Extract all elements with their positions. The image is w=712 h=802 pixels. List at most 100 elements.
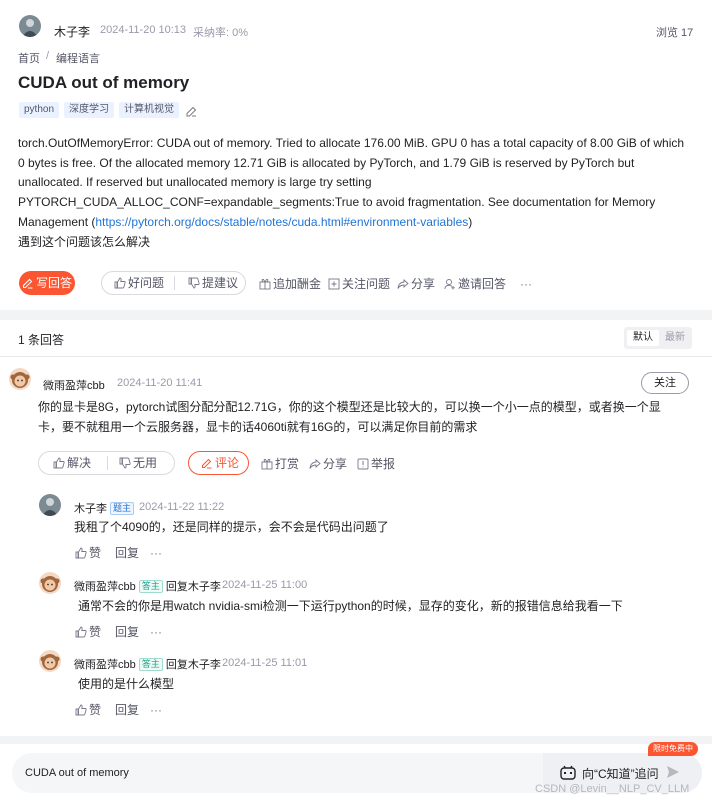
user-plus-icon	[444, 279, 455, 290]
reply-date: 2024-11-25 11:01	[222, 657, 308, 669]
reply-to-user[interactable]: 木子李	[188, 659, 221, 671]
tip-label: 打赏	[275, 457, 300, 471]
comment-button-content: 评论	[201, 452, 239, 474]
share-icon	[397, 279, 409, 289]
good-question-button[interactable]: 好问题	[114, 272, 164, 294]
invite-answer-button[interactable]: 邀请回答	[444, 276, 506, 292]
reply-author: 木子李 题主	[74, 500, 135, 516]
like-button[interactable]: 赞	[75, 702, 101, 718]
more-icon[interactable]: ···	[150, 545, 162, 561]
share-answer-button[interactable]: 分享	[309, 456, 347, 472]
gift-icon	[259, 278, 271, 290]
report-button[interactable]: 举报	[357, 456, 395, 472]
reply-to-prefix: 回复	[165, 659, 188, 671]
reply-author-name[interactable]: 微雨盈萍cbb	[74, 581, 136, 593]
reply-author-name[interactable]: 木子李	[74, 503, 107, 515]
thumbs-down-icon	[119, 457, 131, 469]
answer-body: 你的显卡是8G，pytorch试图分配分配12.71G，你的这个模型还是比较大的…	[38, 397, 678, 437]
like-label: 赞	[89, 703, 102, 717]
pencil-icon	[202, 458, 212, 469]
sort-latest-tab[interactable]: 最新	[659, 330, 691, 346]
divider	[107, 456, 108, 470]
share-question-button[interactable]: 分享	[397, 276, 435, 292]
ask-label: 向“C知道”追问	[582, 767, 659, 781]
add-bounty-label: 追加酬金	[273, 277, 322, 291]
like-label: 赞	[89, 625, 102, 639]
reply-to-user[interactable]: 木子李	[188, 581, 221, 593]
thumbs-up-icon	[75, 626, 87, 638]
thumbs-up-icon	[53, 457, 65, 469]
warning-icon	[357, 458, 369, 470]
useless-button[interactable]: 无用	[119, 452, 157, 474]
more-icon[interactable]: ···	[520, 276, 532, 292]
answer-author[interactable]: 微雨盈萍cbb	[43, 377, 105, 393]
reply-date: 2024-11-25 11:00	[222, 579, 308, 591]
question-body: torch.OutOfMemoryError: CUDA out of memo…	[18, 134, 698, 252]
body-line: 0 bytes is free. Of the allocated memory…	[18, 155, 635, 170]
answer-line: 你的显卡是8G，pytorch试图分配分配12.71G，你的这个模型还是比较大的…	[38, 400, 661, 414]
reply-text: 通常不会的你是用watch nvidia-smi检测一下运行python的时候，…	[78, 599, 623, 613]
add-bounty-button[interactable]: 追加酬金	[259, 276, 321, 292]
reply-button[interactable]: 回复	[115, 702, 139, 718]
page-title: CUDA out of memory	[18, 73, 190, 92]
like-button[interactable]: 赞	[75, 545, 101, 561]
reply-button[interactable]: 回复	[115, 624, 139, 640]
breadcrumb-home[interactable]: 首页	[18, 50, 40, 66]
tag-deep-learning[interactable]: 深度学习	[64, 102, 114, 118]
question-author[interactable]: 木子李	[54, 23, 90, 40]
suggest-label: 提建议	[202, 276, 239, 290]
reply-avatar[interactable]	[39, 650, 61, 672]
reply-avatar[interactable]	[39, 494, 61, 516]
solved-button[interactable]: 解决	[53, 452, 91, 474]
share-answer-label: 分享	[323, 457, 348, 471]
body-text: )	[468, 214, 473, 229]
body-line: PYTORCH_CUDA_ALLOC_CONF=expandable_segme…	[18, 195, 656, 210]
edit-tags-icon[interactable]	[186, 104, 197, 122]
tip-button[interactable]: 打赏	[261, 456, 299, 472]
thumbs-down-icon	[188, 277, 200, 289]
useless-label: 无用	[133, 456, 158, 470]
thumbs-up-icon	[114, 277, 126, 289]
write-answer-button[interactable]: 写回答	[19, 271, 75, 295]
sort-default-tab[interactable]: 默认	[627, 330, 659, 346]
tag-python[interactable]: python	[19, 102, 60, 118]
author-avatar[interactable]	[19, 15, 41, 37]
answerer-badge: 答主	[138, 580, 163, 593]
reply-author: 微雨盈萍cbb 答主 回复木子李	[74, 578, 221, 594]
suggest-button[interactable]: 提建议	[188, 272, 238, 294]
comment-button[interactable]: 评论	[188, 451, 249, 475]
write-answer-label: 写回答	[35, 276, 72, 290]
breadcrumb-category[interactable]: 编程语言	[56, 50, 100, 66]
divider	[0, 356, 712, 357]
like-label: 赞	[89, 546, 102, 560]
reply-to-prefix: 回复	[165, 581, 188, 593]
reply-author-name[interactable]: 微雨盈萍cbb	[74, 659, 136, 671]
gift-icon	[261, 458, 273, 470]
body-line: torch.OutOfMemoryError: CUDA out of memo…	[18, 136, 685, 150]
send-icon[interactable]	[666, 765, 680, 784]
reply-button[interactable]: 回复	[115, 545, 139, 561]
answerer-avatar[interactable]	[9, 368, 31, 390]
reply-author: 微雨盈萍cbb 答主 回复木子李	[74, 656, 221, 672]
more-icon[interactable]: ···	[150, 624, 162, 640]
reply-date: 2024-11-22 11:22	[139, 501, 225, 513]
follow-question-button[interactable]: 关注问题	[328, 276, 390, 292]
share-icon	[309, 459, 321, 469]
tag-computer-vision[interactable]: 计算机视觉	[119, 102, 179, 118]
follow-author-button[interactable]: 关注	[641, 372, 689, 394]
more-icon[interactable]: ···	[150, 702, 162, 718]
question-card: 木子李 2024-11-20 10:13 采纳率: 0% 浏览 17 首页 / …	[0, 0, 712, 310]
reply-text: 使用的是什么模型	[78, 677, 175, 691]
reply-text: 我租了个4090的，还是同样的提示，会不会是代码出问题了	[74, 520, 389, 534]
like-button[interactable]: 赞	[75, 624, 101, 640]
sort-toggle: 默认 最新	[624, 327, 692, 349]
divider	[174, 276, 175, 290]
pencil-icon	[22, 278, 33, 289]
reply-avatar[interactable]	[39, 572, 61, 594]
thumbs-up-icon	[75, 704, 87, 716]
view-count: 浏览 17	[656, 27, 694, 39]
share-question-label: 分享	[411, 277, 436, 291]
vote-group: 好问题 提建议	[101, 271, 246, 295]
docs-link[interactable]: https://pytorch.org/docs/stable/notes/cu…	[95, 215, 468, 229]
plus-square-icon	[328, 278, 340, 290]
